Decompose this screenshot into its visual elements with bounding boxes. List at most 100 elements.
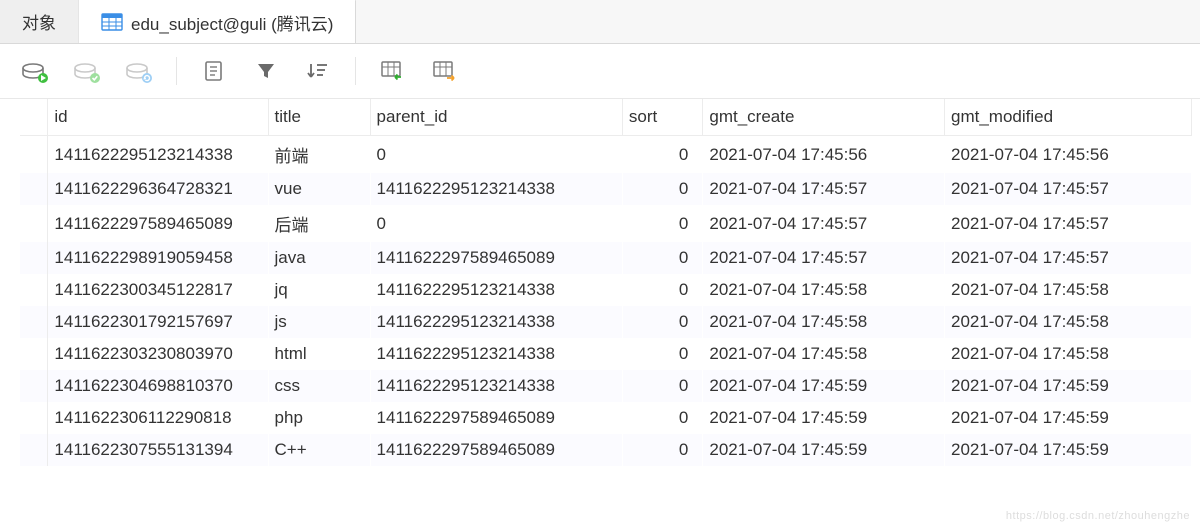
tab-objects[interactable]: 对象 <box>0 0 79 43</box>
cell-title[interactable]: php <box>268 402 370 434</box>
cell-id[interactable]: 1411622306112290818 <box>48 402 268 434</box>
cell-sort[interactable]: 0 <box>622 242 703 274</box>
memo-button[interactable] <box>199 56 229 86</box>
cell-gmt-create[interactable]: 2021-07-04 17:45:58 <box>703 274 945 306</box>
cell-gmt-modified[interactable]: 2021-07-04 17:45:59 <box>944 402 1191 434</box>
cell-gmt-modified[interactable]: 2021-07-04 17:45:58 <box>944 338 1191 370</box>
cell-parent-id[interactable]: 1411622295123214338 <box>370 306 622 338</box>
run-query-button[interactable] <box>20 56 50 86</box>
cell-parent-id[interactable]: 1411622295123214338 <box>370 338 622 370</box>
cell-parent-id[interactable]: 1411622297589465089 <box>370 402 622 434</box>
row-number-cell <box>20 434 48 466</box>
cell-gmt-modified[interactable]: 2021-07-04 17:45:58 <box>944 274 1191 306</box>
row-number-cell <box>20 402 48 434</box>
cell-title[interactable]: html <box>268 338 370 370</box>
cell-parent-id[interactable]: 0 <box>370 205 622 242</box>
cell-gmt-create[interactable]: 2021-07-04 17:45:59 <box>703 402 945 434</box>
row-number-cell <box>20 173 48 205</box>
cell-title[interactable]: css <box>268 370 370 402</box>
cell-sort[interactable]: 0 <box>622 173 703 205</box>
row-number-header[interactable] <box>20 99 48 136</box>
cell-sort[interactable]: 0 <box>622 402 703 434</box>
cell-parent-id[interactable]: 1411622295123214338 <box>370 173 622 205</box>
tab-bar: 对象 edu_subject@guli (腾讯云) <box>0 0 1200 44</box>
cell-title[interactable]: 前端 <box>268 136 370 174</box>
cell-title[interactable]: js <box>268 306 370 338</box>
filter-button[interactable] <box>251 56 281 86</box>
cell-gmt-create[interactable]: 2021-07-04 17:45:57 <box>703 173 945 205</box>
cell-id[interactable]: 1411622298919059458 <box>48 242 268 274</box>
table-row[interactable]: 1411622303230803970html14116222951232143… <box>20 338 1192 370</box>
cell-sort[interactable]: 0 <box>622 338 703 370</box>
cell-id[interactable]: 1411622297589465089 <box>48 205 268 242</box>
table-row[interactable]: 1411622298919059458java14116222975894650… <box>20 242 1192 274</box>
table-row[interactable]: 1411622306112290818php141162229758946508… <box>20 402 1192 434</box>
table-row[interactable]: 1411622307555131394C++141162229758946508… <box>20 434 1192 466</box>
import-button[interactable] <box>378 56 408 86</box>
toolbar <box>0 44 1200 99</box>
cell-gmt-modified[interactable]: 2021-07-04 17:45:59 <box>944 370 1191 402</box>
row-number-cell <box>20 136 48 174</box>
cell-gmt-create[interactable]: 2021-07-04 17:45:58 <box>703 306 945 338</box>
table-row[interactable]: 1411622300345122817jq1411622295123214338… <box>20 274 1192 306</box>
column-header-id[interactable]: id <box>48 99 268 136</box>
cell-id[interactable]: 1411622304698810370 <box>48 370 268 402</box>
cell-gmt-modified[interactable]: 2021-07-04 17:45:59 <box>944 434 1191 466</box>
column-header-title[interactable]: title <box>268 99 370 136</box>
cell-id[interactable]: 1411622301792157697 <box>48 306 268 338</box>
table-header-row: id title parent_id sort gmt_create gmt_m… <box>20 99 1192 136</box>
cell-gmt-create[interactable]: 2021-07-04 17:45:59 <box>703 370 945 402</box>
commit-button[interactable] <box>72 56 102 86</box>
column-header-sort[interactable]: sort <box>622 99 703 136</box>
cell-sort[interactable]: 0 <box>622 205 703 242</box>
cell-sort[interactable]: 0 <box>622 136 703 174</box>
cell-title[interactable]: 后端 <box>268 205 370 242</box>
cell-parent-id[interactable]: 1411622295123214338 <box>370 370 622 402</box>
column-header-parent-id[interactable]: parent_id <box>370 99 622 136</box>
cell-parent-id[interactable]: 1411622295123214338 <box>370 274 622 306</box>
row-number-cell <box>20 370 48 402</box>
cell-gmt-create[interactable]: 2021-07-04 17:45:57 <box>703 242 945 274</box>
result-table: id title parent_id sort gmt_create gmt_m… <box>20 99 1192 466</box>
cell-gmt-modified[interactable]: 2021-07-04 17:45:57 <box>944 205 1191 242</box>
cell-gmt-create[interactable]: 2021-07-04 17:45:56 <box>703 136 945 174</box>
cell-title[interactable]: C++ <box>268 434 370 466</box>
cell-gmt-modified[interactable]: 2021-07-04 17:45:57 <box>944 242 1191 274</box>
cell-gmt-modified[interactable]: 2021-07-04 17:45:57 <box>944 173 1191 205</box>
cell-title[interactable]: jq <box>268 274 370 306</box>
cell-id[interactable]: 1411622303230803970 <box>48 338 268 370</box>
cell-gmt-create[interactable]: 2021-07-04 17:45:59 <box>703 434 945 466</box>
table-row[interactable]: 1411622304698810370css141162229512321433… <box>20 370 1192 402</box>
cell-sort[interactable]: 0 <box>622 370 703 402</box>
cell-id[interactable]: 1411622296364728321 <box>48 173 268 205</box>
table-row[interactable]: 1411622301792157697js1411622295123214338… <box>20 306 1192 338</box>
toolbar-separator <box>176 57 177 85</box>
tab-table-edu-subject[interactable]: edu_subject@guli (腾讯云) <box>79 0 356 43</box>
cell-title[interactable]: vue <box>268 173 370 205</box>
export-button[interactable] <box>430 56 460 86</box>
cell-id[interactable]: 1411622307555131394 <box>48 434 268 466</box>
cell-gmt-create[interactable]: 2021-07-04 17:45:57 <box>703 205 945 242</box>
cell-parent-id[interactable]: 1411622297589465089 <box>370 434 622 466</box>
table-row[interactable]: 1411622296364728321vue141162229512321433… <box>20 173 1192 205</box>
sort-button[interactable] <box>303 56 333 86</box>
cell-parent-id[interactable]: 0 <box>370 136 622 174</box>
data-grid[interactable]: id title parent_id sort gmt_create gmt_m… <box>0 99 1200 528</box>
cell-gmt-modified[interactable]: 2021-07-04 17:45:56 <box>944 136 1191 174</box>
cell-parent-id[interactable]: 1411622297589465089 <box>370 242 622 274</box>
cell-sort[interactable]: 0 <box>622 434 703 466</box>
column-header-gmt-modified[interactable]: gmt_modified <box>944 99 1191 136</box>
cell-gmt-create[interactable]: 2021-07-04 17:45:58 <box>703 338 945 370</box>
row-number-cell <box>20 242 48 274</box>
cell-id[interactable]: 1411622295123214338 <box>48 136 268 174</box>
table-row[interactable]: 1411622295123214338前端002021-07-04 17:45:… <box>20 136 1192 174</box>
row-number-cell <box>20 338 48 370</box>
cell-sort[interactable]: 0 <box>622 306 703 338</box>
refresh-button[interactable] <box>124 56 154 86</box>
cell-gmt-modified[interactable]: 2021-07-04 17:45:58 <box>944 306 1191 338</box>
cell-id[interactable]: 1411622300345122817 <box>48 274 268 306</box>
table-row[interactable]: 1411622297589465089后端002021-07-04 17:45:… <box>20 205 1192 242</box>
cell-sort[interactable]: 0 <box>622 274 703 306</box>
column-header-gmt-create[interactable]: gmt_create <box>703 99 945 136</box>
cell-title[interactable]: java <box>268 242 370 274</box>
